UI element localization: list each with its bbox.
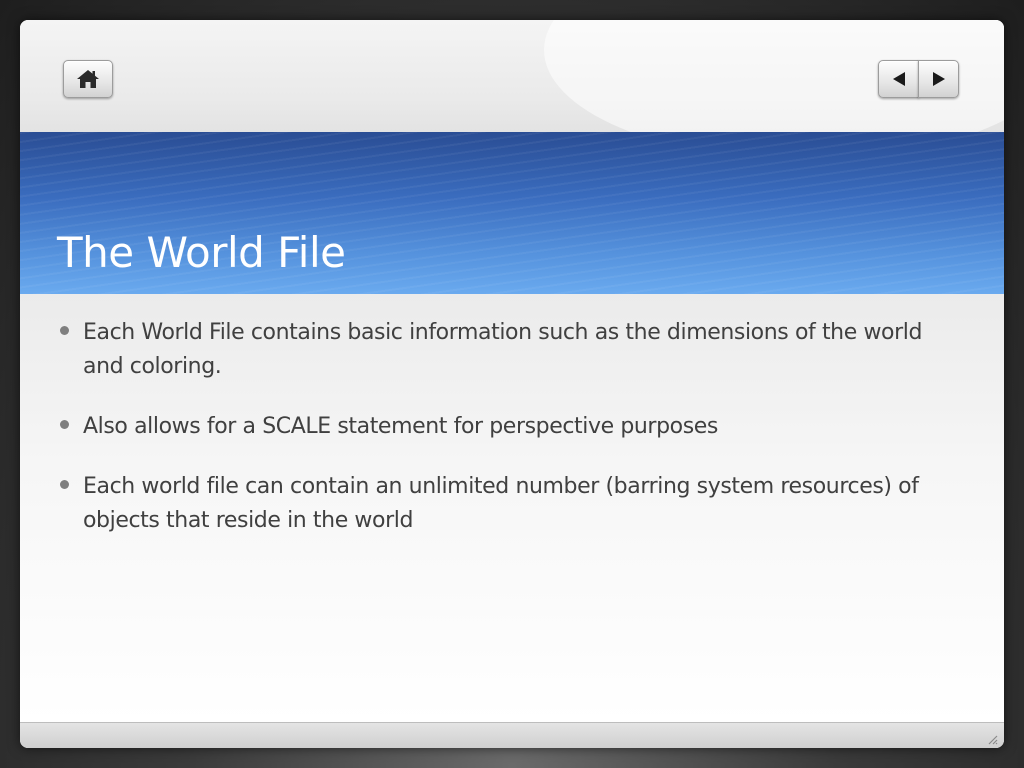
triangle-left-icon <box>892 72 905 86</box>
slide-navigation <box>878 60 959 98</box>
bullet-dot <box>60 326 69 335</box>
bullet-dot <box>60 480 69 489</box>
slide-bottom-bar <box>20 722 1004 748</box>
bullet-text: Each world file can contain an unlimited… <box>83 474 919 533</box>
slide-title: The World File <box>57 228 346 277</box>
previous-slide-button[interactable] <box>878 60 919 98</box>
triangle-right-icon <box>932 72 945 86</box>
home-button[interactable] <box>63 60 113 98</box>
bullet-item: Also allows for a SCALE statement for pe… <box>58 410 968 444</box>
slide: The World File Each World File contains … <box>20 20 1004 748</box>
resize-grip-icon[interactable] <box>986 733 998 745</box>
bullet-item: Each World File contains basic informati… <box>58 316 968 384</box>
bullet-text: Each World File contains basic informati… <box>83 320 923 379</box>
next-slide-button[interactable] <box>918 60 959 98</box>
slide-content: Each World File contains basic informati… <box>20 294 1004 722</box>
home-icon <box>77 70 99 88</box>
slide-top-bar <box>20 20 1004 160</box>
bullet-dot <box>60 420 69 429</box>
bullet-list: Each World File contains basic informati… <box>58 316 968 564</box>
bullet-text: Also allows for a SCALE statement for pe… <box>83 414 718 439</box>
bullet-item: Each world file can contain an unlimited… <box>58 470 968 538</box>
